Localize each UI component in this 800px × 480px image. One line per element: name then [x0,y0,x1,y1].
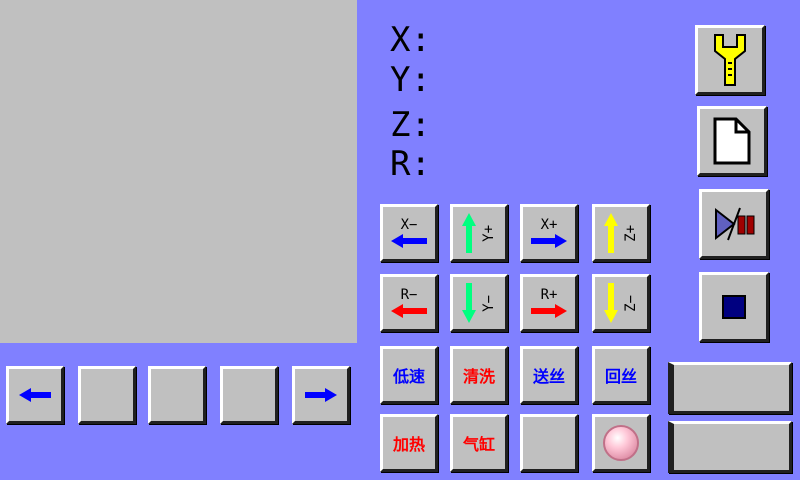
right-arrow-icon [305,388,337,402]
file-button[interactable] [697,106,767,176]
clean-label: 清洗 [462,367,495,386]
y-minus-button[interactable]: Y− [450,274,508,332]
right-arrow-icon [531,234,567,248]
up-arrow-icon [604,213,618,253]
r-minus-button[interactable]: R− [380,274,438,332]
x-minus-button[interactable]: X− [380,204,438,262]
blank-function-button[interactable] [520,414,578,472]
clean-button[interactable]: 清洗 [450,346,508,404]
stop-icon [722,295,746,319]
z-plus-button[interactable]: Z+ [592,204,650,262]
z-plus-label: Z+ [623,224,639,242]
left-arrow-icon [391,234,427,248]
right-arrow-icon [531,304,567,318]
retract-wire-button[interactable]: 回丝 [592,346,650,404]
left-arrow-icon [19,388,51,402]
wide-button-2[interactable] [668,421,792,473]
x-plus-button[interactable]: X+ [520,204,578,262]
low-speed-button[interactable]: 低速 [380,346,438,404]
r-coordinate-label: R: [390,144,431,184]
screen: X: Y: Z: R: X− Y+ X+ Z+ R− Y− R+ Z− 低速 清… [0,0,800,480]
feed-wire-label: 送丝 [532,367,565,386]
blank-nav-button-2[interactable] [148,366,206,424]
indicator-button[interactable] [592,414,650,472]
up-arrow-icon [462,213,476,253]
x-minus-label: X− [400,217,418,233]
y-minus-label: Y− [481,294,497,312]
blank-nav-button-1[interactable] [78,366,136,424]
prev-button[interactable] [6,366,64,424]
heat-button[interactable]: 加热 [380,414,438,472]
z-minus-button[interactable]: Z− [592,274,650,332]
y-plus-label: Y+ [481,224,497,242]
r-minus-label: R− [400,287,418,303]
retract-wire-label: 回丝 [604,367,637,386]
r-plus-label: R+ [540,287,558,303]
z-minus-label: Z− [623,294,639,312]
down-arrow-icon [604,283,618,323]
next-button[interactable] [292,366,350,424]
document-icon [713,117,751,165]
y-coordinate-label: Y: [390,60,431,100]
low-speed-label: 低速 [392,367,425,386]
r-plus-button[interactable]: R+ [520,274,578,332]
left-arrow-icon [391,304,427,318]
x-plus-label: X+ [540,217,558,233]
cylinder-button[interactable]: 气缸 [450,414,508,472]
down-arrow-icon [462,283,476,323]
y-plus-button[interactable]: Y+ [450,204,508,262]
wide-button-1[interactable] [668,362,792,414]
cylinder-label: 气缸 [462,435,495,454]
preview-area [0,0,357,343]
pink-circle-icon [603,425,639,461]
settings-button[interactable] [695,25,765,95]
blank-nav-button-3[interactable] [220,366,278,424]
run-pause-button[interactable] [699,189,769,259]
play-pause-icon [715,207,755,241]
stop-button[interactable] [699,272,769,342]
wrench-icon [714,34,746,86]
heat-label: 加热 [392,435,425,454]
feed-wire-button[interactable]: 送丝 [520,346,578,404]
